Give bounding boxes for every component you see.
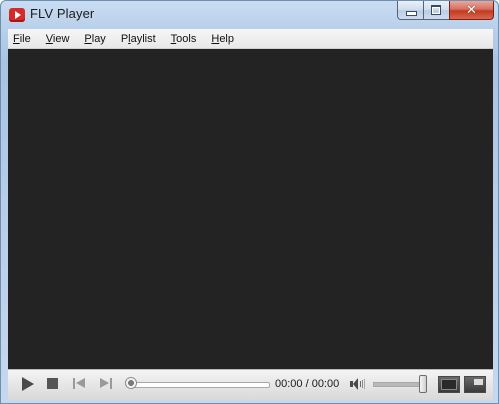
volume-slider[interactable] [373, 382, 425, 387]
previous-track-icon [73, 378, 75, 389]
minimize-button[interactable] [397, 1, 423, 20]
next-track-button[interactable] [98, 376, 114, 392]
time-display: 00:00 / 00:00 [275, 378, 340, 390]
menu-play[interactable]: Play [78, 33, 114, 45]
speaker-icon[interactable] [350, 377, 370, 391]
compact-view-button[interactable] [464, 376, 486, 393]
flv-player-app-icon[interactable] [9, 8, 25, 22]
seek-bar[interactable] [128, 382, 270, 388]
close-icon: ✕ [466, 2, 477, 17]
flv-player-window: FLV Player ✕ File View Play Playlist Too… [0, 0, 499, 404]
menu-help[interactable]: Help [205, 33, 243, 45]
previous-track-button[interactable] [72, 376, 88, 392]
maximize-icon [431, 5, 441, 15]
play-button[interactable] [20, 376, 36, 392]
normal-view-button[interactable] [438, 376, 460, 393]
menu-view[interactable]: View [40, 33, 79, 45]
title-bar[interactable]: FLV Player ✕ [1, 1, 498, 29]
menu-file[interactable]: File [8, 33, 40, 45]
next-track-icon [100, 378, 109, 388]
minimize-icon [406, 11, 417, 16]
stop-button[interactable] [46, 376, 60, 392]
close-button[interactable]: ✕ [449, 1, 494, 20]
seek-handle[interactable] [125, 377, 137, 389]
playback-control-bar: 00:00 / 00:00 [8, 369, 493, 400]
window-title: FLV Player [30, 6, 95, 21]
volume-level-fill [374, 383, 424, 386]
menu-tools[interactable]: Tools [165, 33, 206, 45]
caption-buttons: ✕ [397, 1, 494, 20]
menu-playlist[interactable]: Playlist [115, 33, 165, 45]
menu-bar: File View Play Playlist Tools Help [8, 29, 493, 49]
volume-handle[interactable] [419, 375, 427, 393]
video-display-area[interactable] [8, 49, 493, 369]
maximize-button[interactable] [423, 1, 449, 20]
